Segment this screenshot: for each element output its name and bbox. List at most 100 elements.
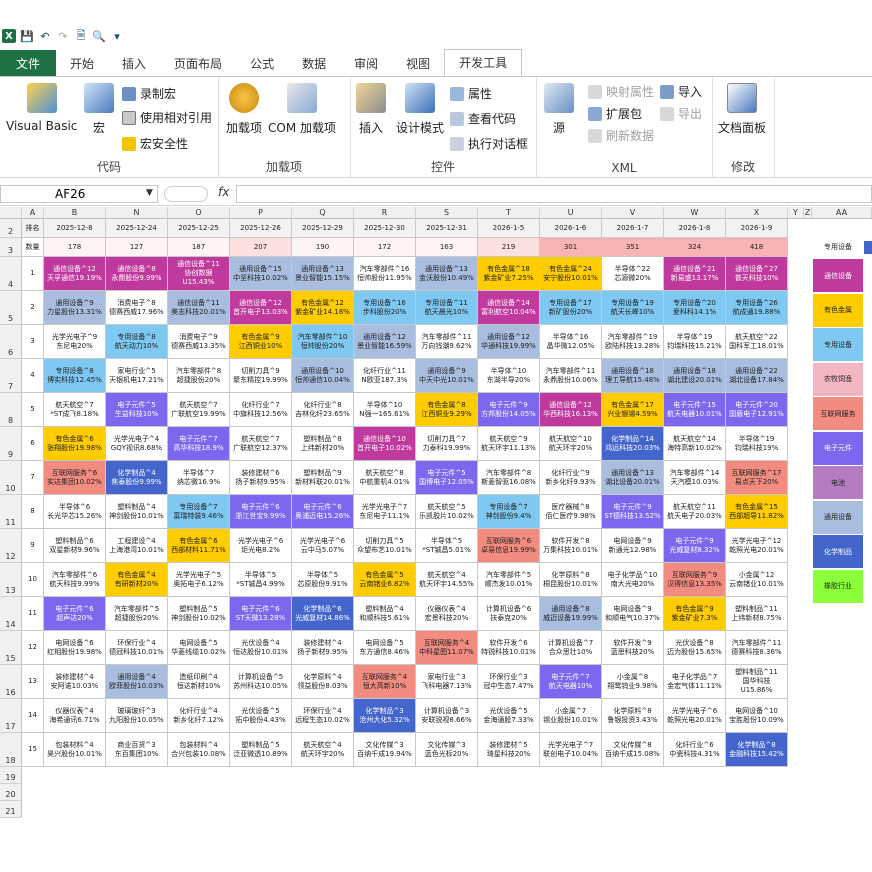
- stock-cell[interactable]: 光学光电子^9 东尼电20%: [44, 325, 106, 359]
- expansion-pack-button[interactable]: 扩展包: [588, 105, 642, 122]
- stock-cell[interactable]: 光伏设备^8 迈为股份15.65%: [664, 631, 726, 665]
- export-button[interactable]: 导出: [660, 105, 702, 122]
- stock-cell[interactable]: 化纤行业^8 吉林化纤23.65%: [292, 393, 354, 427]
- row-header[interactable]: 16: [0, 665, 22, 699]
- stock-cell[interactable]: 文化传媒^3 蓝色光标20%: [416, 733, 478, 767]
- stock-cell[interactable]: 光学光电子^5 奥拓电子6.12%: [168, 563, 230, 597]
- stock-cell[interactable]: 计算机设备^5 苏州科达10.05%: [230, 665, 292, 699]
- row-header[interactable]: 6: [0, 325, 22, 359]
- stock-cell[interactable]: 专用设备^8 博实科技12.45%: [44, 359, 106, 393]
- stock-cell[interactable]: 光学光电子^6 乾照光电20.01%: [664, 699, 726, 733]
- view-code-button[interactable]: 查看代码: [450, 110, 516, 127]
- stock-cell[interactable]: 化纤行业^6 中瓷科技4.31%: [664, 733, 726, 767]
- stock-cell[interactable]: 专用设备^16 步科股份20%: [354, 291, 416, 325]
- stock-cell[interactable]: 半导体^5 芯原股份9.91%: [292, 563, 354, 597]
- stock-cell[interactable]: 计算机设备^3 安联锐视8.66%: [416, 699, 478, 733]
- stock-cell[interactable]: 汽车零部件^5 顺杰发10.01%: [478, 563, 540, 597]
- com-addins-button[interactable]: COM 加载项: [268, 83, 336, 136]
- stock-cell[interactable]: 通用设备^18 理工导航15.48%: [602, 359, 664, 393]
- column-header[interactable]: U: [540, 207, 602, 219]
- column-header[interactable]: W: [664, 207, 726, 219]
- stock-cell[interactable]: 包装材料^4 昊兴股份10.01%: [44, 733, 106, 767]
- stock-cell[interactable]: 环保行业^4 德冠科技10.01%: [106, 631, 168, 665]
- stock-cell[interactable]: 光伏设备^4 恒达股份10.01%: [230, 631, 292, 665]
- stock-cell[interactable]: 通用设备^22 湖北设备17.84%: [726, 359, 788, 393]
- stock-cell[interactable]: 包装材料^4 合兴包装10.08%: [168, 733, 230, 767]
- stock-cell[interactable]: 汽车零部件^11 永鼎股份10.06%: [540, 359, 602, 393]
- stock-cell[interactable]: 汽车零部件^8 超捷股份20%: [168, 359, 230, 393]
- row-header[interactable]: 17: [0, 699, 22, 733]
- stock-cell[interactable]: 消费电子^8 德赛西威17.96%: [106, 291, 168, 325]
- column-header[interactable]: Y: [788, 207, 804, 219]
- stock-cell[interactable]: 电子化学品^7 金宏气体11.11%: [664, 665, 726, 699]
- column-header[interactable]: Z: [804, 207, 812, 219]
- stock-cell[interactable]: 切削刀具^5 众望布艺10.01%: [354, 529, 416, 563]
- stock-cell[interactable]: 航天航空^7 *ST成飞8.18%: [44, 393, 106, 427]
- stock-cell[interactable]: 文化传媒^8 百纳千成15.08%: [602, 733, 664, 767]
- row-header[interactable]: 10: [0, 461, 22, 495]
- stock-cell[interactable]: 塑料制品^9 新材料联20.01%: [292, 461, 354, 495]
- stock-cell[interactable]: 小金属^7 锡业股份10.01%: [540, 699, 602, 733]
- stock-cell[interactable]: 光学光电子^4 GQY视讯8.68%: [106, 427, 168, 461]
- stock-cell[interactable]: 半导体^16 晶华微12.05%: [540, 325, 602, 359]
- column-header[interactable]: O: [168, 207, 230, 219]
- stock-cell[interactable]: 电子元件^9 方邦股份14.05%: [478, 393, 540, 427]
- stock-cell[interactable]: 化学制品^8 金融科技15.42%: [726, 733, 788, 767]
- stock-cell[interactable]: 有色金属^17 兴业银锡4.59%: [602, 393, 664, 427]
- stock-cell[interactable]: 电子元件^15 航天电器10.01%: [664, 393, 726, 427]
- stock-cell[interactable]: 航天航空^5 乐凯胶片10.02%: [416, 495, 478, 529]
- relative-reference-button[interactable]: 使用相对引用: [122, 109, 212, 126]
- row-header[interactable]: 12: [0, 529, 22, 563]
- stock-cell[interactable]: 通用设备^8 威迈设备19.99%: [540, 597, 602, 631]
- column-header[interactable]: S: [416, 207, 478, 219]
- stock-cell[interactable]: 半导体^6 长光华芯15.26%: [44, 495, 106, 529]
- stock-cell[interactable]: 专用设备^7 富瑞特装9.46%: [168, 495, 230, 529]
- record-macro-button[interactable]: 录制宏: [122, 85, 176, 102]
- column-header[interactable]: N: [106, 207, 168, 219]
- stock-cell[interactable]: 有色金属^8 江西铜业9.29%: [416, 393, 478, 427]
- refresh-data-button[interactable]: 刷新数据: [588, 127, 654, 144]
- stock-cell[interactable]: 电子元件^7 航天电器10%: [540, 665, 602, 699]
- stock-cell[interactable]: 互联网服务^17 易点天下20%: [726, 461, 788, 495]
- column-header[interactable]: T: [478, 207, 540, 219]
- stock-cell[interactable]: 航天航空^8 中航重机4.01%: [354, 461, 416, 495]
- stock-cell[interactable]: 专用设备^7 神剑股份9.4%: [478, 495, 540, 529]
- stock-cell[interactable]: 光学光电子^12 乾照光电20.01%: [726, 529, 788, 563]
- stock-cell[interactable]: 专用设备^20 爱科科14.1%: [664, 291, 726, 325]
- stock-cell[interactable]: 有色金属^5 云南锗业6.82%: [354, 563, 416, 597]
- row-header[interactable]: 21: [0, 801, 22, 818]
- row-header[interactable]: 19: [0, 767, 22, 784]
- stock-cell[interactable]: 航天航空^11 航天电子20.03%: [664, 495, 726, 529]
- stock-cell[interactable]: 半导体^19 钧瑞科技19%: [726, 427, 788, 461]
- stock-cell[interactable]: 通信设备^11 美志科技20.01%: [168, 291, 230, 325]
- fx-icon[interactable]: fx: [218, 185, 229, 199]
- stock-cell[interactable]: 化学原料^8 桐昆股份10.01%: [540, 563, 602, 597]
- column-header[interactable]: X: [726, 207, 788, 219]
- stock-cell[interactable]: 电网设备^9 新通光12.98%: [602, 529, 664, 563]
- tab-home[interactable]: 开始: [56, 51, 108, 76]
- stock-cell[interactable]: 光学光电子^6 云中马5.07%: [292, 529, 354, 563]
- visual-basic-button[interactable]: Visual Basic: [6, 83, 77, 133]
- stock-cell[interactable]: 光伏设备^5 金海通股7.33%: [478, 699, 540, 733]
- column-header[interactable]: V: [602, 207, 664, 219]
- new-document-icon[interactable]: 🗎: [74, 29, 88, 43]
- stock-cell[interactable]: 塑料制品^11 国华科技 U15.86%: [726, 665, 788, 699]
- stock-cell[interactable]: 汽车零部件^14 天汽模10.03%: [664, 461, 726, 495]
- formula-input[interactable]: [236, 185, 872, 203]
- stock-cell[interactable]: 化纤行业^11 N欧亚187.3%: [354, 359, 416, 393]
- stock-cell[interactable]: 通用设备^15 中坚科技10.02%: [230, 257, 292, 291]
- tab-insert[interactable]: 插入: [108, 51, 160, 76]
- stock-cell[interactable]: 电子元件^20 国盾电子12.91%: [726, 393, 788, 427]
- row-header[interactable]: 13: [0, 563, 22, 597]
- stock-cell[interactable]: 通用设备^13 景业智能15.15%: [292, 257, 354, 291]
- column-header[interactable]: P: [230, 207, 292, 219]
- stock-cell[interactable]: 光伏设备^5 拓中股份4.43%: [230, 699, 292, 733]
- stock-cell[interactable]: 电子元件^6 ST天微13.28%: [230, 597, 292, 631]
- stock-cell[interactable]: 汽车零部件^6 航天科技9.99%: [44, 563, 106, 597]
- stock-cell[interactable]: 航天航空^4 航天环宇14.55%: [416, 563, 478, 597]
- row-header[interactable]: 9: [0, 427, 22, 461]
- stock-cell[interactable]: 航天航空^9 航天环宇11.13%: [478, 427, 540, 461]
- xml-source-button[interactable]: 源: [544, 83, 574, 136]
- stock-cell[interactable]: 通信设备^21 新易盛13.17%: [664, 257, 726, 291]
- stock-cell[interactable]: 化学原料^8 鲁银投资3.43%: [602, 699, 664, 733]
